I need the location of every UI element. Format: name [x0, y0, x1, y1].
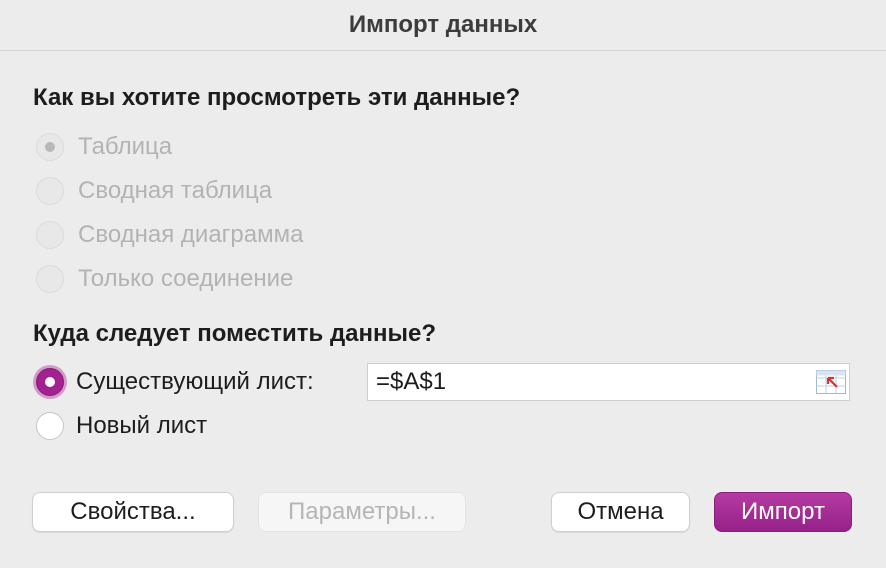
- option-existing-sheet[interactable]: Существующий лист:: [36, 368, 314, 396]
- radio-connection-only[interactable]: [36, 265, 64, 293]
- import-button[interactable]: Импорт: [714, 492, 852, 532]
- view-heading: Как вы хотите просмотреть эти данные?: [33, 84, 521, 111]
- new-sheet-label: Новый лист: [76, 412, 208, 439]
- option-pivot-table-label: Сводная таблица: [78, 177, 273, 204]
- destination-heading: Куда следует поместить данные?: [33, 320, 437, 347]
- option-table[interactable]: Таблица: [36, 133, 172, 161]
- option-connection-only[interactable]: Только соединение: [36, 265, 293, 293]
- radio-existing-sheet[interactable]: [36, 368, 64, 396]
- range-select-icon[interactable]: [816, 370, 846, 394]
- option-table-label: Таблица: [78, 133, 173, 160]
- option-pivot-chart[interactable]: Сводная диаграмма: [36, 221, 303, 249]
- cell-reference-field[interactable]: =$A$1: [367, 363, 850, 401]
- cell-reference-value[interactable]: =$A$1: [368, 368, 816, 396]
- cancel-button[interactable]: Отмена: [551, 492, 690, 532]
- existing-sheet-label: Существующий лист:: [76, 368, 314, 395]
- option-new-sheet[interactable]: Новый лист: [36, 412, 207, 440]
- parameters-button[interactable]: Параметры...: [258, 492, 466, 532]
- dialog-title: Импорт данных: [0, 0, 886, 51]
- properties-button[interactable]: Свойства...: [32, 492, 234, 532]
- option-pivot-chart-label: Сводная диаграмма: [78, 221, 304, 248]
- radio-new-sheet[interactable]: [36, 412, 64, 440]
- option-pivot-table[interactable]: Сводная таблица: [36, 177, 272, 205]
- radio-pivot-chart[interactable]: [36, 221, 64, 249]
- radio-pivot-table[interactable]: [36, 177, 64, 205]
- radio-table[interactable]: [36, 133, 64, 161]
- option-connection-only-label: Только соединение: [78, 265, 294, 292]
